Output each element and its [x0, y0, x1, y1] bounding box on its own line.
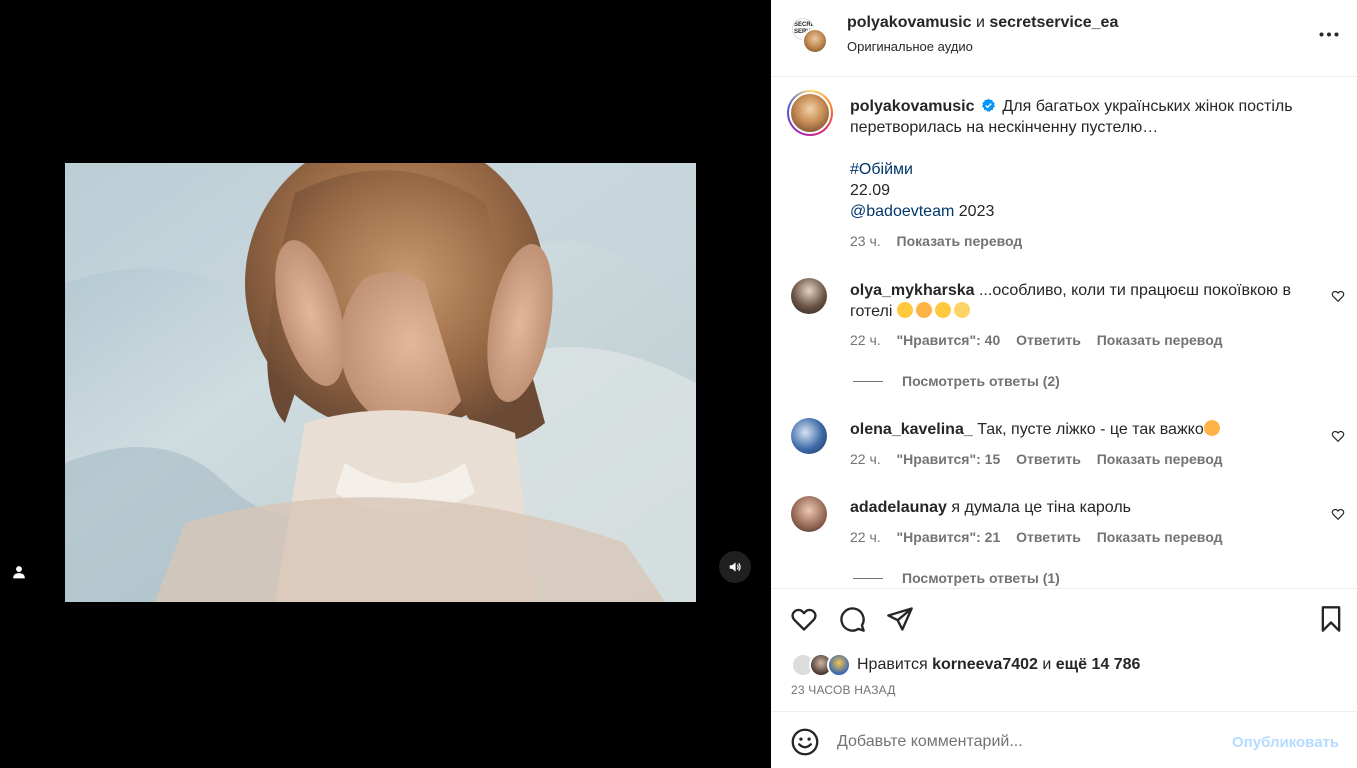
- comment-avatar[interactable]: [791, 418, 827, 454]
- emoji-peek-icon: [934, 302, 951, 318]
- caption-date: 22.09: [850, 182, 891, 199]
- likes-summary[interactable]: Нравится korneeva7402 и ещё 14 786: [791, 652, 1140, 678]
- mention-link[interactable]: @badoevteam: [850, 203, 954, 220]
- media-pane: [0, 0, 771, 768]
- comment-heart-icon[interactable]: [1331, 289, 1345, 303]
- liker-username[interactable]: korneeva7402: [932, 656, 1038, 673]
- view-replies-button[interactable]: Посмотреть ответы (2): [853, 373, 1060, 389]
- more-dots-icon: [1319, 32, 1339, 36]
- author-username[interactable]: polyakovamusic: [847, 14, 972, 31]
- reply-button[interactable]: Ответить: [1016, 529, 1081, 545]
- emoji-confused-icon: [953, 302, 970, 318]
- comment-heart-icon[interactable]: [1331, 429, 1345, 443]
- comments-list[interactable]: polyakovamusic Для багатьох українських …: [771, 78, 1357, 588]
- reply-button[interactable]: Ответить: [1016, 451, 1081, 467]
- hashtag-link[interactable]: #Обійми: [850, 159, 1320, 180]
- comment-heart-icon[interactable]: [1331, 507, 1345, 521]
- comment-username[interactable]: adadelaunay: [850, 499, 947, 516]
- post-actions: Нравится korneeva7402 и ещё 14 786 23 ЧА…: [771, 588, 1357, 711]
- liker-avatar: [827, 653, 851, 677]
- translate-link[interactable]: Показать перевод: [1097, 451, 1223, 467]
- caption-meta: 23 ч. Показать перевод: [850, 233, 1034, 249]
- post-authors: polyakovamusic и secretservice_ea: [847, 14, 1119, 31]
- comment-body: olena_kavelina_ Так, пусте ліжко - це та…: [850, 419, 1310, 440]
- comment-avatar[interactable]: [791, 278, 827, 314]
- view-replies-button[interactable]: Посмотреть ответы (1): [853, 570, 1060, 586]
- tagged-people-button[interactable]: [8, 561, 30, 583]
- translate-link[interactable]: Показать перевод: [1097, 529, 1223, 545]
- likes-text: Нравится korneeva7402 и ещё 14 786: [857, 656, 1141, 673]
- comment-icon[interactable]: [838, 605, 866, 633]
- reply-button[interactable]: Ответить: [1016, 332, 1081, 348]
- comment-body: olya_mykharska ...особливо, коли ти прац…: [850, 282, 1291, 320]
- person-icon: [13, 566, 25, 579]
- likes-count[interactable]: ещё 14 786: [1056, 656, 1141, 673]
- caption-translate-link[interactable]: Показать перевод: [897, 233, 1023, 249]
- replies-divider: [853, 380, 883, 382]
- smiley-icon[interactable]: [791, 728, 819, 756]
- comment-likes[interactable]: "Нравится": 15: [897, 451, 1001, 467]
- comment-username[interactable]: olena_kavelina_: [850, 421, 973, 438]
- translate-link[interactable]: Показать перевод: [1097, 332, 1223, 348]
- paper-plane-icon[interactable]: [886, 605, 914, 633]
- comment-meta: 22 ч. "Нравится": 15 Ответить Показать п…: [850, 451, 1223, 467]
- add-comment-bar: Опубликовать: [771, 711, 1357, 768]
- emoji-sweat-smile-icon: [896, 302, 913, 318]
- comment-meta: 22 ч. "Нравится": 40 Ответить Показать п…: [850, 332, 1223, 348]
- post-timestamp[interactable]: 23 ЧАСОВ НАЗАД: [791, 683, 896, 697]
- more-options-button[interactable]: [1315, 22, 1343, 46]
- emoji-flushed-icon: [1203, 420, 1220, 436]
- author-avatar: [802, 28, 828, 54]
- comment-likes[interactable]: "Нравится": 21: [897, 529, 1001, 545]
- post-side-panel: SECRET SERVICE polyakovamusic и secretse…: [771, 0, 1357, 768]
- caption: polyakovamusic Для багатьох українських …: [850, 96, 1320, 222]
- verified-badge-icon: [981, 98, 995, 112]
- comment-username[interactable]: olya_mykharska: [850, 282, 975, 299]
- replies-divider: [853, 577, 883, 579]
- collab-avatar[interactable]: SECRET SERVICE: [792, 18, 828, 54]
- speaker-icon: [729, 562, 741, 572]
- emoji-hug-icon: [915, 302, 932, 318]
- coauthor-username[interactable]: secretservice_ea: [989, 14, 1118, 31]
- comment-meta: 22 ч. "Нравится": 21 Ответить Показать п…: [850, 529, 1223, 545]
- audio-toggle-button[interactable]: [719, 551, 751, 583]
- caption-avatar[interactable]: [787, 90, 833, 136]
- caption-time: 23 ч.: [850, 233, 881, 249]
- comment-avatar[interactable]: [791, 496, 827, 532]
- comment-input[interactable]: [837, 730, 1217, 754]
- video-frame-image: [65, 163, 696, 602]
- video-player[interactable]: [65, 163, 696, 602]
- heart-icon[interactable]: [790, 605, 818, 633]
- comment-likes[interactable]: "Нравится": 40: [897, 332, 1001, 348]
- liker-avatars: [791, 652, 851, 678]
- post-header: SECRET SERVICE polyakovamusic и secretse…: [771, 0, 1357, 77]
- caption-username[interactable]: polyakovamusic: [850, 98, 975, 115]
- audio-link[interactable]: Оригинальное аудио: [847, 39, 973, 54]
- comment-body: adadelaunay я думала це тіна кароль: [850, 499, 1131, 516]
- bookmark-icon[interactable]: [1317, 605, 1345, 633]
- caption-year: 2023: [958, 203, 995, 220]
- publish-button[interactable]: Опубликовать: [1232, 734, 1339, 751]
